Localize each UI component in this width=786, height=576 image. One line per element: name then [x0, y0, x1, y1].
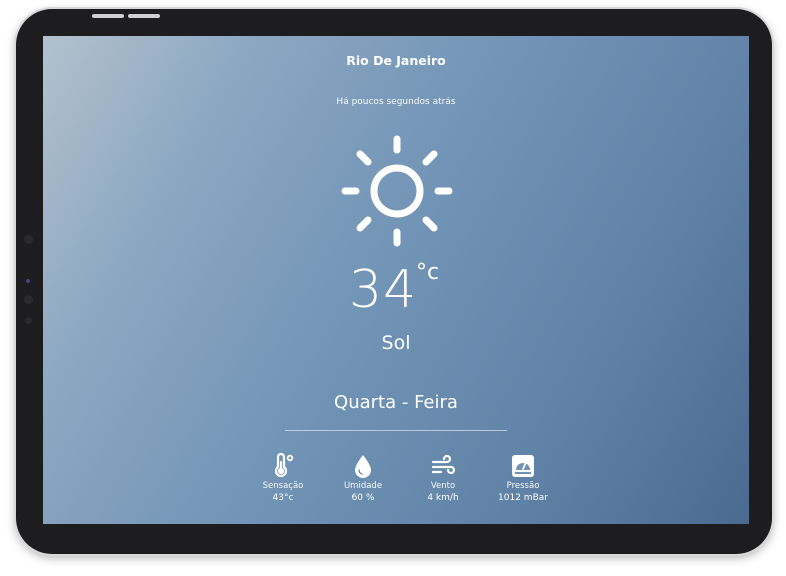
sensor-dot [24, 295, 33, 304]
stat-pressure: Pressão 1012 mBar [483, 453, 563, 503]
stat-value: 43°c [272, 493, 294, 503]
wind-icon [431, 454, 456, 475]
stat-label: Pressão [506, 481, 540, 491]
city-name[interactable]: Rio De Janeiro [43, 53, 749, 68]
stat-humidity: Umidade 60 % [323, 453, 403, 503]
volume-button [92, 14, 124, 18]
stat-label: Sensação [262, 481, 304, 491]
stat-label: Vento [430, 481, 456, 491]
thermometer-icon [274, 453, 294, 478]
barometer-icon [512, 455, 534, 477]
weather-stats: Sensação 43°c Umidade 60 % Vento 4 km/h [243, 453, 563, 513]
last-updated: Há poucos segundos atrás [336, 97, 456, 107]
stat-value: 1012 mBar [498, 493, 548, 503]
stat-value: 60 % [351, 493, 375, 503]
sensor-dot [26, 279, 30, 283]
temperature-unit: °c [416, 260, 440, 285]
front-camera [24, 235, 33, 244]
stat-feels-like: Sensação 43°c [243, 453, 323, 503]
temperature-display: 34 °c [43, 260, 749, 324]
weather-app-screen: Rio De Janeiro Há poucos segundos atrás … [43, 36, 749, 524]
stat-wind: Vento 4 km/h [403, 453, 483, 503]
weather-condition: Sol [381, 332, 411, 354]
divider [285, 430, 507, 431]
stat-label: Umidade [343, 481, 383, 491]
power-button [128, 14, 160, 18]
temperature-value: 34 [349, 260, 418, 320]
stat-value: 4 km/h [427, 493, 459, 503]
sun-icon [341, 135, 453, 247]
sensor-dot [25, 317, 32, 324]
weekday-label: Quarta - Feira [334, 392, 458, 413]
water-drop-icon [355, 455, 371, 478]
